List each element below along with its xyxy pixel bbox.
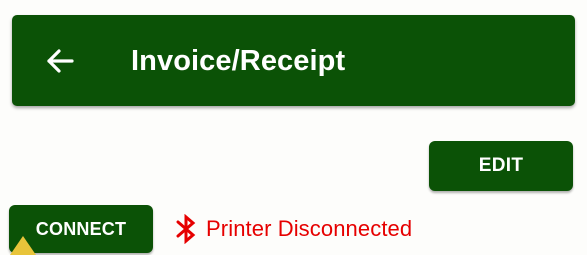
bluetooth-icon [175,214,197,244]
invoice-receipt-screen: Invoice/Receipt EDIT CONNECT Printer Dis… [0,0,587,255]
printer-status: Printer Disconnected [175,212,412,246]
arrow-left-icon [44,45,76,77]
warning-triangle-marker [10,236,36,255]
page-title: Invoice/Receipt [131,45,346,77]
edit-button[interactable]: EDIT [429,141,573,191]
back-button[interactable] [40,43,80,79]
app-bar: Invoice/Receipt [12,15,575,106]
printer-status-text: Printer Disconnected [206,216,413,241]
